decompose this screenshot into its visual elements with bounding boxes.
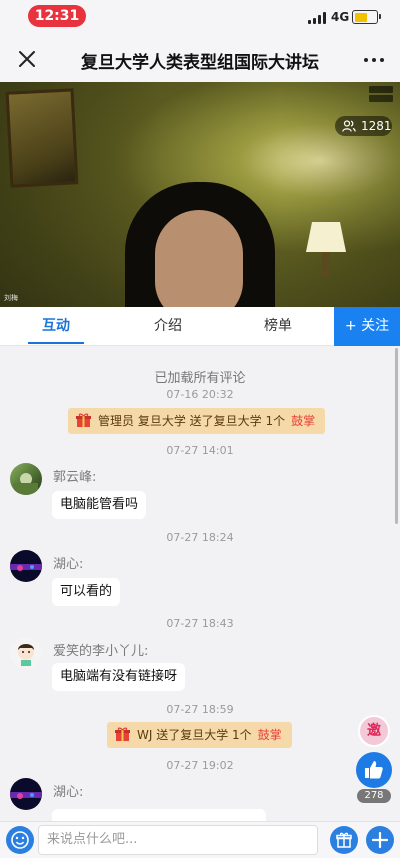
wall-picture <box>5 88 79 188</box>
comment-input[interactable]: 来说点什么吧... <box>38 825 318 855</box>
avatar[interactable] <box>10 778 42 810</box>
nav-bar: 复旦大学人类表型组国际大讲坛 <box>0 36 400 82</box>
timestamp: 07-27 14:01 <box>166 444 234 457</box>
live-video[interactable] <box>0 82 400 307</box>
gift-notice: 管理员 复旦大学 送了复旦大学 1个 鼓掌 <box>68 408 326 434</box>
people-icon <box>342 120 356 132</box>
more-icon[interactable] <box>362 50 386 68</box>
tab-intro[interactable]: 介绍 <box>128 307 208 346</box>
timestamp: 07-27 18:24 <box>166 531 234 544</box>
close-icon[interactable] <box>16 48 38 70</box>
timestamp: 07-27 19:02 <box>166 759 234 772</box>
like-count: 278 <box>357 789 391 803</box>
message-username: 郭云峰: <box>53 470 97 485</box>
active-tab-indicator <box>28 342 84 344</box>
avatar[interactable] <box>10 463 42 495</box>
loaded-notice: 已加载所有评论 <box>154 371 246 386</box>
input-bar: 来说点什么吧... <box>0 821 400 858</box>
status-bar: 12:31 4G <box>0 0 400 36</box>
gift-notice: WJ 送了复旦大学 1个 鼓掌 <box>107 722 292 748</box>
chat-list[interactable]: 已加载所有评论 07-16 20:32 管理员 复旦大学 送了复旦大学 1个 鼓掌… <box>0 347 400 821</box>
speaker-tag: 刘梅 <box>4 294 18 302</box>
tab-interact[interactable]: 互动 <box>16 307 96 346</box>
viewer-count-badge: 1281 <box>335 116 392 136</box>
timestamp: 07-27 18:59 <box>166 703 234 716</box>
scrollbar[interactable] <box>395 348 398 524</box>
status-time: 12:31 <box>28 5 86 27</box>
gift-icon <box>115 727 130 741</box>
tab-ranking[interactable]: 榜单 <box>238 307 318 346</box>
avatar[interactable] <box>10 637 42 669</box>
gift-icon <box>76 413 91 427</box>
like-button[interactable] <box>356 752 392 788</box>
timestamp: 07-27 18:43 <box>166 617 234 630</box>
message-username: 湖心: <box>53 557 84 572</box>
add-button[interactable] <box>366 826 394 854</box>
timestamp: 07-16 20:32 <box>166 388 234 401</box>
gift-button[interactable] <box>330 826 358 854</box>
signal-icon <box>308 12 326 24</box>
plus-icon <box>371 831 389 849</box>
emoji-button[interactable] <box>6 826 34 854</box>
battery-icon <box>352 10 381 24</box>
message-bubble: 电脑端有没有链接呀 <box>52 663 186 691</box>
message-bubble <box>52 809 266 821</box>
emoji-icon <box>11 831 29 849</box>
network-type: 4G <box>331 10 350 24</box>
gift-icon <box>336 832 352 848</box>
message-username: 爱笑的李小丫儿: <box>53 644 149 659</box>
message-username: 湖心: <box>53 785 84 800</box>
message-bubble: 可以看的 <box>52 578 121 606</box>
follow-button[interactable]: + 关注 <box>334 307 400 346</box>
thumbs-up-icon <box>365 761 383 779</box>
video-controls-icon[interactable] <box>369 86 393 108</box>
lamp <box>306 222 346 252</box>
message-bubble: 电脑能管看吗 <box>52 491 147 519</box>
avatar[interactable] <box>10 550 42 582</box>
invite-button[interactable]: 邀 <box>358 715 390 747</box>
page-title: 复旦大学人类表型组国际大讲坛 <box>81 53 319 73</box>
